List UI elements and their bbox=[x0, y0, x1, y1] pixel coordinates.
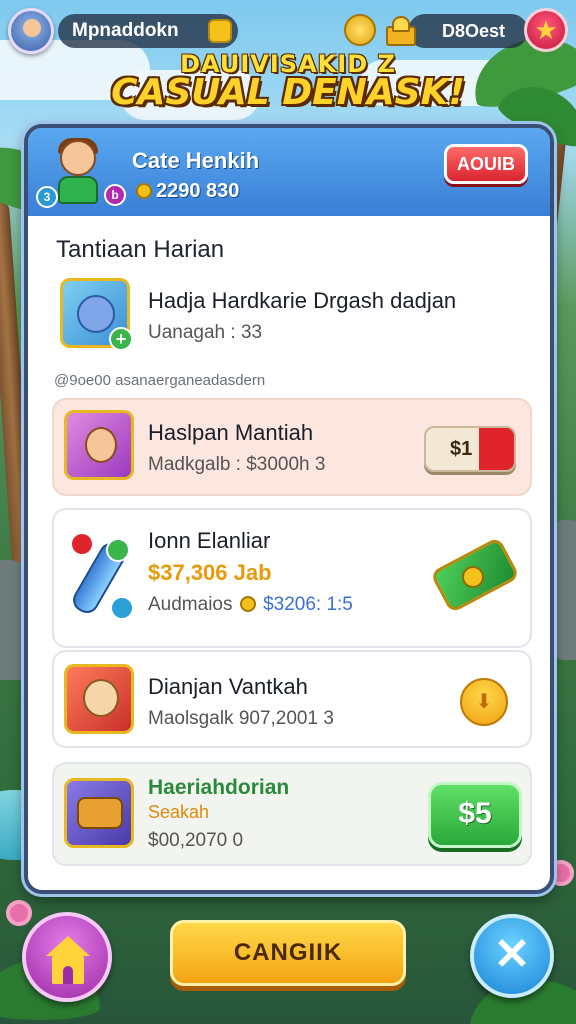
task-subtitle-top: Seakah bbox=[148, 802, 210, 822]
coin-icon bbox=[239, 596, 256, 612]
player-name-pill[interactable]: Mpnaddokn bbox=[58, 14, 238, 48]
task-title: Ionn Elanliar bbox=[148, 528, 271, 553]
star-icon[interactable]: ★ bbox=[524, 8, 568, 52]
task-subtitle: Maolsgalk 907,2001 3 bbox=[148, 708, 334, 729]
task-row[interactable]: Dianjan Vantkah Maolsgalk 907,2001 3 ⬇ bbox=[52, 650, 532, 748]
player-avatar[interactable] bbox=[8, 8, 54, 54]
currency-value: D8Oest bbox=[442, 21, 506, 41]
header-gold: 2290 830 bbox=[136, 180, 239, 203]
confirm-button[interactable]: CANGIIK bbox=[170, 920, 406, 986]
header-gold-value: 2290 830 bbox=[156, 180, 240, 202]
home-button[interactable] bbox=[22, 912, 112, 1002]
close-icon: ✕ bbox=[493, 930, 531, 979]
task-price: $37,306 Jab bbox=[148, 560, 272, 585]
badge-icon: 3 bbox=[36, 186, 58, 208]
game-title: DAUIVISAKID Z CASUAL DENASK! bbox=[0, 50, 576, 113]
creature-icon: + bbox=[60, 278, 133, 351]
task-title: Haeriahdorian bbox=[148, 776, 290, 799]
task-subtitle: Audmaios $3206: 1:5 bbox=[148, 594, 353, 616]
task-subtitle: Madkgalb : $3000h 3 bbox=[148, 454, 326, 475]
panel-header: 3 b Cate Henkih 2290 830 AOUIB bbox=[28, 128, 550, 216]
task-title: Hadja Hardkarie Drgash dadjan bbox=[148, 288, 457, 313]
section-title: Tantiaan Harian bbox=[56, 236, 225, 263]
buy-button[interactable]: $5 bbox=[428, 782, 522, 848]
coin-icon bbox=[136, 183, 152, 199]
task-subtitle-label: Audmaios bbox=[148, 594, 233, 615]
task-row[interactable]: Ionn Elanliar $37,306 Jab Audmaios $3206… bbox=[52, 508, 532, 648]
treasure-icon bbox=[64, 778, 134, 848]
player-name: Mpnaddokn bbox=[72, 20, 179, 41]
rocket-icon bbox=[66, 530, 140, 630]
title-line-2: CASUAL DENASK! bbox=[111, 72, 465, 113]
close-button[interactable]: ✕ bbox=[470, 914, 554, 998]
task-row[interactable]: Haeriahdorian Seakah $00,2070 0 $5 bbox=[52, 762, 532, 866]
character-icon bbox=[64, 664, 134, 734]
character-icon bbox=[64, 410, 134, 480]
home-icon bbox=[46, 936, 90, 956]
coin-claim-button[interactable]: ⬇ bbox=[460, 678, 508, 726]
task-title: Haslpan Mantiah bbox=[148, 420, 314, 445]
currency-pill[interactable]: D8Oest bbox=[408, 14, 528, 48]
scroll-reward-icon bbox=[428, 532, 521, 622]
badge-icon: b bbox=[104, 184, 126, 206]
chest-icon[interactable] bbox=[384, 14, 416, 46]
task-note: @9oe00 asanaerganeadasdern bbox=[54, 372, 266, 389]
task-subtitle: $00,2070 0 bbox=[148, 830, 244, 851]
daily-tasks-panel: 3 b Cate Henkih 2290 830 AOUIB Tantiaan … bbox=[24, 124, 554, 894]
task-subtitle: Uanagah : 33 bbox=[148, 322, 263, 343]
header-action-button[interactable]: AOUIB bbox=[444, 144, 528, 184]
task-subtitle-value: $3206: 1:5 bbox=[263, 594, 353, 615]
gem-icon bbox=[208, 19, 232, 43]
gold-coin-icon[interactable] bbox=[344, 14, 376, 46]
flower bbox=[6, 900, 32, 926]
task-row[interactable]: Haslpan Mantiah Madkgalb : $3000h 3 $1 bbox=[52, 398, 532, 496]
header-player-name: Cate Henkih bbox=[132, 148, 260, 173]
task-item[interactable]: + Hadja Hardkarie Drgash dadjan Uanagah … bbox=[52, 278, 532, 358]
top-bar: Mpnaddokn D8Oest ★ bbox=[8, 8, 568, 54]
buy-button[interactable]: $1 bbox=[424, 426, 516, 472]
task-title: Dianjan Vantkah bbox=[148, 674, 308, 699]
